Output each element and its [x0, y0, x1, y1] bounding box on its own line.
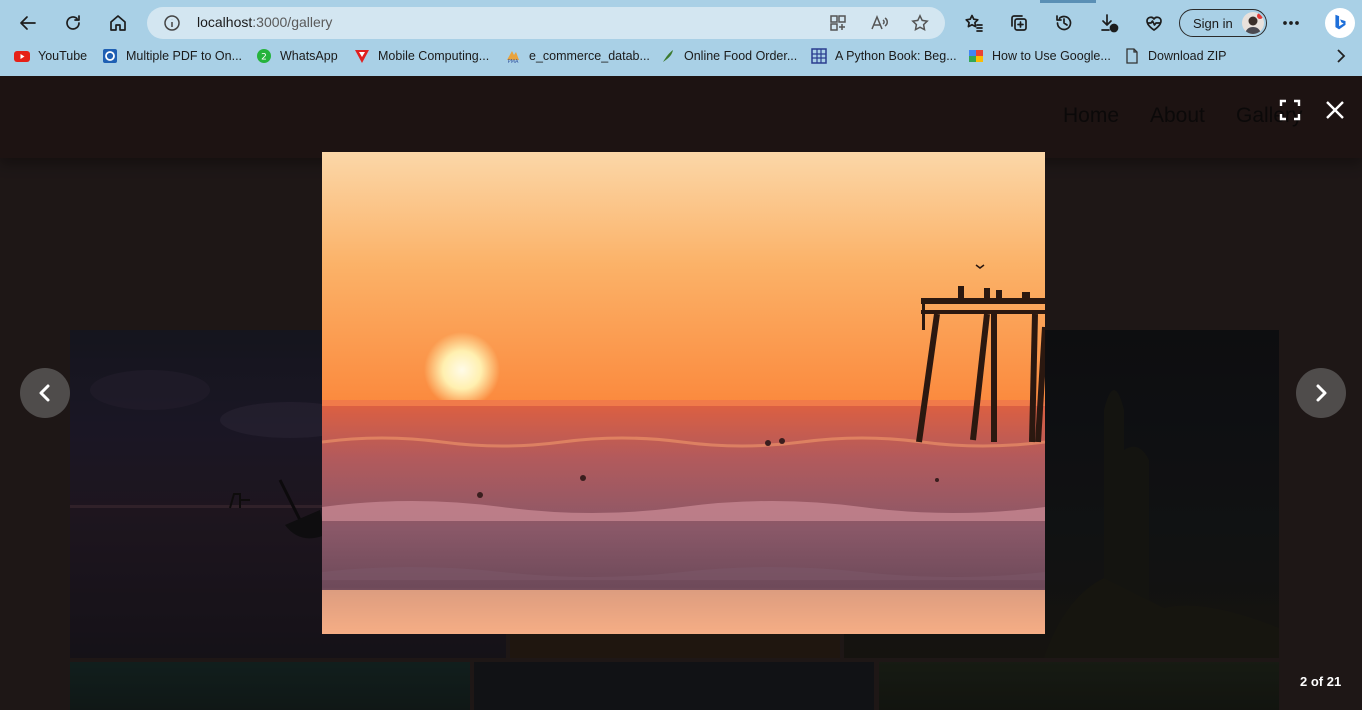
- back-arrow-icon: [20, 16, 36, 30]
- close-icon: [1326, 101, 1344, 119]
- browser-toolbar: localhost:3000/gallery Sign in: [0, 4, 1362, 42]
- bookmark-label: Mobile Computing...: [378, 49, 490, 63]
- bookmark-mobile-computing[interactable]: Mobile Computing...: [354, 45, 489, 67]
- youtube-icon: [14, 48, 30, 64]
- bookmark-google-how-to[interactable]: How to Use Google...: [968, 45, 1111, 67]
- collections-icon: [1011, 15, 1027, 31]
- more-options-button[interactable]: [1275, 7, 1307, 39]
- bookmark-multiple-pdf[interactable]: Multiple PDF to On...: [102, 45, 242, 67]
- bookmark-label: WhatsApp: [280, 49, 338, 63]
- app-available-icon[interactable]: [827, 12, 849, 34]
- bing-icon: [1335, 14, 1346, 30]
- url-text[interactable]: localhost:3000/gallery: [197, 14, 332, 30]
- next-image-button[interactable]: [1296, 368, 1346, 418]
- history-button[interactable]: [1048, 7, 1080, 39]
- refresh-icon: [66, 15, 80, 30]
- fullscreen-icon: [1279, 99, 1301, 121]
- chevron-right-icon[interactable]: [1333, 48, 1349, 64]
- favorite-star-icon[interactable]: [909, 12, 931, 34]
- mobile-computing-icon: [354, 48, 370, 64]
- home-button[interactable]: [102, 7, 134, 39]
- downloads-icon: [1101, 14, 1119, 33]
- lightbox-image[interactable]: [322, 152, 1045, 634]
- active-tab-indicator: [1040, 0, 1096, 3]
- svg-text:2: 2: [261, 53, 267, 63]
- document-icon: [1124, 48, 1140, 64]
- read-aloud-icon[interactable]: [868, 12, 890, 34]
- bookmark-label: A Python Book: Beg...: [835, 49, 957, 63]
- phpmyadmin-icon: PMA: [505, 48, 521, 64]
- favorites-icon: [965, 14, 983, 32]
- close-button[interactable]: [1321, 96, 1349, 124]
- bookmark-label: e_commerce_datab...: [529, 49, 650, 63]
- history-icon: [1056, 15, 1072, 31]
- sign-in-button[interactable]: Sign in: [1179, 9, 1267, 37]
- address-bar[interactable]: localhost:3000/gallery: [147, 7, 945, 39]
- bookmark-online-food[interactable]: Online Food Order...: [660, 45, 797, 67]
- pdf-converter-icon: [102, 48, 118, 64]
- site-info-icon[interactable]: [163, 14, 181, 32]
- bookmark-ecommerce-db[interactable]: PMA e_commerce_datab...: [505, 45, 650, 67]
- favorites-button[interactable]: [958, 7, 990, 39]
- bookmark-label: YouTube: [38, 49, 88, 63]
- bookmark-python-book[interactable]: A Python Book: Beg...: [811, 45, 957, 67]
- chevron-left-icon: [39, 384, 50, 402]
- whatsapp-icon: 2: [256, 48, 272, 64]
- feather-icon: [660, 48, 676, 64]
- bookmark-youtube[interactable]: YouTube: [14, 45, 87, 67]
- grid-icon: [811, 48, 827, 64]
- sign-in-label: Sign in: [1193, 15, 1233, 31]
- bookmarks-bar: YouTube Multiple PDF to On... 2 WhatsApp…: [0, 45, 1362, 69]
- previous-image-button[interactable]: [20, 368, 70, 418]
- ellipsis-icon: [1283, 21, 1299, 25]
- collections-button[interactable]: [1003, 7, 1035, 39]
- image-counter: 2 of 21: [1300, 674, 1342, 689]
- svg-text:PMA: PMA: [508, 59, 519, 64]
- bookmark-label: How to Use Google...: [992, 49, 1111, 63]
- bookmark-label: Download ZIP: [1148, 49, 1227, 63]
- bing-chat-button[interactable]: [1325, 8, 1355, 38]
- refresh-button[interactable]: [57, 7, 89, 39]
- bookmark-whatsapp[interactable]: 2 WhatsApp: [256, 45, 338, 67]
- chevron-right-icon: [1316, 384, 1327, 402]
- back-button[interactable]: [12, 7, 44, 39]
- downloads-button[interactable]: [1093, 7, 1125, 39]
- browser-chrome: localhost:3000/gallery Sign in YouTube M…: [0, 0, 1362, 76]
- bookmark-label: Online Food Order...: [684, 49, 798, 63]
- bookmark-label: Multiple PDF to On...: [126, 49, 243, 63]
- home-icon: [110, 15, 126, 31]
- heart-pulse-icon: [1146, 16, 1162, 31]
- fullscreen-button[interactable]: [1276, 96, 1304, 124]
- bookmark-download-zip[interactable]: Download ZIP: [1124, 45, 1227, 67]
- google-drive-icon: [968, 48, 984, 64]
- browser-essentials-button[interactable]: [1138, 7, 1170, 39]
- avatar: [1242, 12, 1264, 34]
